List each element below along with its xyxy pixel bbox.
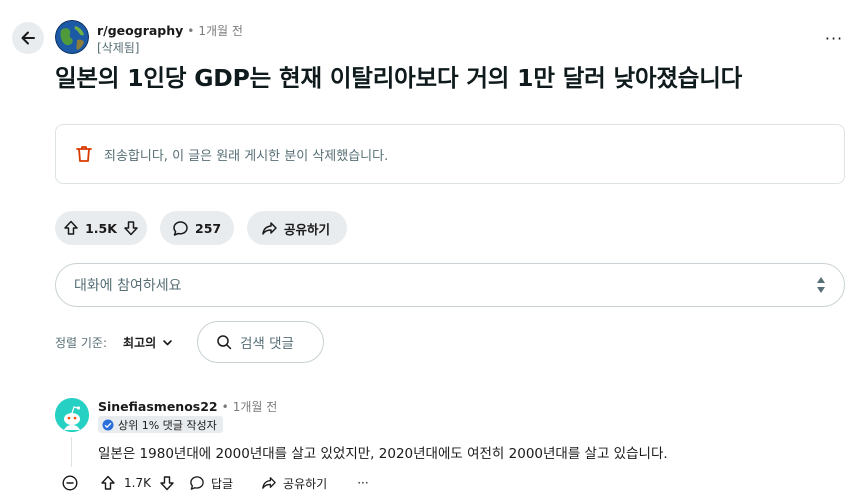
comment-bubble-icon [173,220,188,236]
comment-search-input[interactable]: 검색 댓글 [197,321,324,363]
comments-button[interactable]: 257 [160,211,234,245]
sort-value: 최고의 [123,336,157,350]
post-time: 1개월 전 [198,24,243,38]
achievement-icon [102,419,114,430]
comment-bubble-icon [190,476,204,490]
comment-upvote-button[interactable] [100,475,116,491]
arrow-left-icon [21,31,35,45]
search-icon [217,335,232,350]
subreddit-name[interactable]: r/geography [97,23,183,38]
trash-icon [76,146,92,162]
comment-count: 257 [195,220,222,236]
comment-downvote-button[interactable] [159,475,175,491]
collapse-icon [62,475,78,491]
back-button[interactable] [12,22,44,54]
post-title: 일본의 1인당 GDP는 현재 이탈리아보다 거의 1만 달러 낮아졌습니다 [55,64,743,92]
comment-share-label: 공유하기 [283,476,328,491]
share-icon [262,221,277,235]
comment-score: 1.7K [124,476,151,490]
comment-share-button[interactable]: 공유하기 [261,475,327,492]
flair-text: 상위 1% 댓글 작성자 [118,418,217,432]
deleted-message: 죄송합니다, 이 글은 원래 게시한 분이 삭제했습니다. [104,148,389,164]
downvote-icon [124,221,138,236]
sort-label: 정렬 기준: [55,336,108,350]
comment-input-placeholder: 대화에 참여하세요 [74,278,182,294]
input-stepper[interactable] [816,276,826,294]
comment-actions: 1.7K 답글 공유하기 ··· [62,473,369,493]
post-meta: r/geography • 1개월 전 [97,22,243,39]
post-author: [삭제됨] [97,41,140,55]
sort-dropdown[interactable]: 최고의 [123,334,173,351]
comment-input[interactable]: 대화에 참여하세요 [55,263,845,307]
upvote-button[interactable] [63,220,79,236]
reply-label: 답글 [210,476,234,491]
vote-bar: 1.5K [55,211,147,245]
comment-time: 1개월 전 [232,400,278,414]
upvote-icon [64,220,78,235]
post-score: 1.5K [85,220,117,236]
reply-button[interactable]: 답글 [189,475,233,492]
thread-line[interactable] [71,437,72,467]
chevron-down-icon [163,340,172,346]
more-options-button[interactable]: ··· [822,26,846,50]
comment-meta: Sinefiasmenos22 • 1개월 전 [98,398,277,415]
share-button[interactable]: 공유하기 [247,211,347,245]
comment-search-placeholder: 검색 댓글 [240,336,294,352]
deleted-notice: 죄송합니다, 이 글은 원래 게시한 분이 삭제했습니다. [55,124,845,184]
comment-meta-separator: • [221,399,229,414]
subreddit-avatar[interactable] [55,20,89,54]
upvote-icon [101,475,115,490]
caret-up-icon [817,277,825,283]
snoo-avatar-icon [55,398,89,432]
share-label: 공유하기 [284,221,331,237]
user-flair: 상위 1% 댓글 작성자 [98,416,223,433]
share-icon [262,477,276,489]
globe-icon [55,20,89,54]
caret-down-icon [817,287,825,293]
downvote-icon [160,476,174,491]
downvote-button[interactable] [123,220,139,236]
collapse-button[interactable] [62,475,78,491]
comment-author[interactable]: Sinefiasmenos22 [98,399,218,414]
comment-body: 일본은 1980년대에 2000년대를 살고 있었지만, 2020년대에도 여전… [98,446,668,462]
comment-more-button[interactable]: ··· [357,476,368,490]
meta-separator: • [187,23,195,38]
avatar[interactable] [55,398,89,432]
